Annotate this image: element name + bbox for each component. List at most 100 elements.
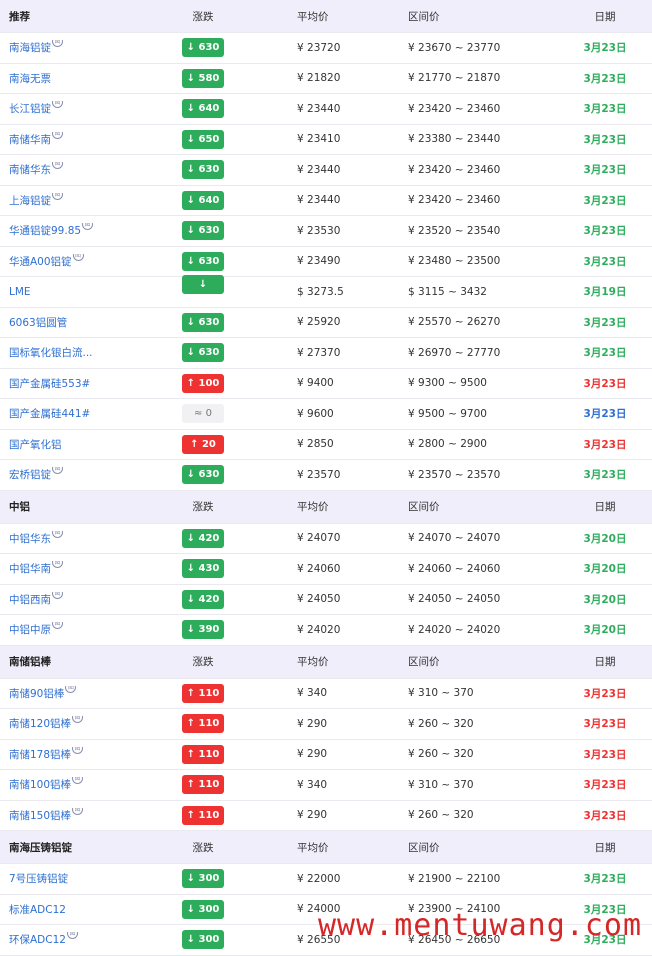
product-cell: 中铝西南图 <box>0 591 168 607</box>
product-name-link[interactable]: 国产金属硅553# <box>9 378 90 390</box>
table-row[interactable]: 国标氧化银白流... ↓ 630 ¥ 27370 ¥ 26970 ~ 27770 3月2… <box>0 338 652 369</box>
chart-tag-icon[interactable]: 图 <box>65 685 77 693</box>
change-badge: ↓ 640 <box>182 99 224 119</box>
avg-price: ¥ 340 <box>297 687 328 700</box>
product-name-link[interactable]: 华通铝锭99.85 <box>9 225 81 237</box>
date-cell: 3月20日 <box>568 622 652 637</box>
change-cell: ↓ 390 <box>168 620 238 640</box>
table-row[interactable]: 上海铝锭图 ↓ 640 ¥ 23440 ¥ 23420 ~ 23460 3月23日 <box>0 185 652 216</box>
product-name-link[interactable]: 南储100铝棒 <box>9 779 71 791</box>
product-name-link[interactable]: 长江铝锭 <box>9 103 51 115</box>
date-value: 3月23日 <box>583 873 627 886</box>
chart-tag-icon[interactable]: 图 <box>82 223 94 231</box>
table-row[interactable]: 南储90铝棒图 ↑ 110 ¥ 340 ¥ 310 ~ 370 3月23日 <box>0 678 652 709</box>
table-row[interactable]: 6063铝圆管 ↓ 630 ¥ 25920 ¥ 25570 ~ 26270 3月23日 <box>0 307 652 338</box>
date-value: 3月23日 <box>583 809 627 822</box>
date-cell: 3月23日 <box>568 467 652 482</box>
table-row[interactable]: 南储华南图 ↓ 650 ¥ 23410 ¥ 23380 ~ 23440 3月23日 <box>0 124 652 155</box>
change-cell: ↓ 640 <box>168 99 238 119</box>
product-name-link[interactable]: 南储华东 <box>9 164 51 176</box>
product-name-link[interactable]: 中铝西南 <box>9 594 51 606</box>
date-value: 3月23日 <box>583 377 627 390</box>
product-name-link[interactable]: 南海无票 <box>9 73 51 85</box>
product-name-link[interactable]: 环保ADC12 <box>9 934 66 946</box>
table-row[interactable]: 南储华东图 ↓ 630 ¥ 23440 ¥ 23420 ~ 23460 3月23日 <box>0 155 652 186</box>
table-row[interactable]: 国产金属硅441# ≈ 0 ¥ 9600 ¥ 9500 ~ 9700 3月23日 <box>0 399 652 430</box>
product-name-link[interactable]: LME <box>9 286 31 298</box>
chart-tag-icon[interactable]: 图 <box>52 101 63 109</box>
chart-tag-icon[interactable]: 图 <box>52 40 63 48</box>
chart-tag-icon[interactable]: 图 <box>52 561 63 569</box>
date-value: 3月20日 <box>583 624 627 637</box>
chart-tag-icon[interactable]: 图 <box>52 622 63 630</box>
product-name-link[interactable]: 南储90铝棒 <box>9 688 64 700</box>
chart-tag-icon[interactable]: 图 <box>72 253 84 261</box>
product-name-link[interactable]: 国标氧化银白流... <box>9 347 93 359</box>
chart-tag-icon[interactable]: 图 <box>72 746 84 754</box>
product-cell: 南储150铝棒图 <box>0 807 168 823</box>
product-name-link[interactable]: 国产金属硅441# <box>9 408 90 420</box>
product-name-link[interactable]: 标准ADC12 <box>9 904 66 916</box>
table-row[interactable]: 中铝西南图 ↓ 420 ¥ 24050 ¥ 24050 ~ 24050 3月20日 <box>0 584 652 615</box>
table-row[interactable]: 南海无票 ↓ 580 ¥ 21820 ¥ 21770 ~ 21870 3月23日 <box>0 63 652 94</box>
product-name-link[interactable]: 南储178铝棒 <box>9 749 71 761</box>
chart-tag-icon[interactable]: 图 <box>66 932 78 940</box>
range-price: ¥ 24050 ~ 24050 <box>408 593 501 606</box>
chart-tag-icon[interactable]: 图 <box>52 591 63 599</box>
table-row[interactable]: 长江铝锭图 ↓ 640 ¥ 23440 ¥ 23420 ~ 23460 3月23日 <box>0 94 652 125</box>
table-row[interactable]: 中铝华东图 ↓ 420 ¥ 24070 ¥ 24070 ~ 24070 3月20日 <box>0 523 652 554</box>
product-cell: 6063铝圆管 <box>0 315 168 330</box>
date-cell: 3月23日 <box>568 376 652 391</box>
avg-price: ¥ 290 <box>297 717 328 730</box>
product-name-link[interactable]: 南海铝锭 <box>9 42 51 54</box>
table-row[interactable]: 中铝华南图 ↓ 430 ¥ 24060 ¥ 24060 ~ 24060 3月20日 <box>0 554 652 585</box>
product-name-link[interactable]: 国产氧化铝 <box>9 439 62 451</box>
section-header: 南储铝棒 涨跌 平均价 区间价 日期 <box>0 645 652 679</box>
product-name-link[interactable]: 中铝华东 <box>9 533 51 545</box>
product-name-link[interactable]: 中铝华南 <box>9 563 51 575</box>
product-name-link[interactable]: 7号压铸铝锭 <box>9 873 68 885</box>
table-row[interactable]: 南储150铝棒图 ↑ 110 ¥ 290 ¥ 260 ~ 320 3月23日 <box>0 800 652 831</box>
table-row[interactable]: 宏桥铝锭图 ↓ 630 ¥ 23570 ¥ 23570 ~ 23570 3月23日 <box>0 460 652 491</box>
chart-tag-icon[interactable]: 图 <box>52 162 63 170</box>
product-cell: 南储178铝棒图 <box>0 746 168 762</box>
product-name-link[interactable]: 华通A00铝锭 <box>9 256 72 268</box>
table-row[interactable]: 南储120铝棒图 ↑ 110 ¥ 290 ¥ 260 ~ 320 3月23日 <box>0 709 652 740</box>
product-name-link[interactable]: 南储120铝棒 <box>9 718 71 730</box>
table-row[interactable]: 7号压铸铝锭 ↓ 300 ¥ 22000 ¥ 21900 ~ 22100 3月23日 <box>0 864 652 895</box>
chart-tag-icon[interactable]: 图 <box>72 777 84 785</box>
date-value: 3月23日 <box>583 164 627 177</box>
chart-tag-icon[interactable]: 图 <box>52 131 63 139</box>
date-cell: 3月19日 <box>568 284 652 299</box>
change-badge: ↓ 390 <box>182 620 224 640</box>
product-name-link[interactable]: 南储华南 <box>9 134 51 146</box>
table-row[interactable]: 华通铝锭99.85图 ↓ 630 ¥ 23530 ¥ 23520 ~ 23540 3月2… <box>0 216 652 247</box>
change-cell: ↓ 430 <box>168 559 238 579</box>
table-row[interactable]: LME ↓ 104.5 $ 3273.5 $ 3115 ~ 3432 3月19日 <box>0 274 652 309</box>
product-name-link[interactable]: 中铝中原 <box>9 624 51 636</box>
table-row[interactable]: 南储178铝棒图 ↑ 110 ¥ 290 ¥ 260 ~ 320 3月23日 <box>0 739 652 770</box>
product-cell: 南储华南图 <box>0 131 168 147</box>
product-name-link[interactable]: 宏桥铝锭 <box>9 469 51 481</box>
avg-price: ¥ 24070 <box>297 532 341 545</box>
section-header: 中铝 涨跌 平均价 区间价 日期 <box>0 490 652 524</box>
change-cell: ↓ 420 <box>168 589 238 609</box>
table-row[interactable]: 中铝中原图 ↓ 390 ¥ 24020 ¥ 24020 ~ 24020 3月20日 <box>0 615 652 646</box>
table-row[interactable]: 国产金属硅553# ↑ 100 ¥ 9400 ¥ 9300 ~ 9500 3月23日 <box>0 368 652 399</box>
avg-price: ¥ 23570 <box>297 468 341 481</box>
table-row[interactable]: 国产氧化铝 ↑ 20 ¥ 2850 ¥ 2800 ~ 2900 3月23日 <box>0 429 652 460</box>
chart-tag-icon[interactable]: 图 <box>72 716 84 724</box>
product-name-link[interactable]: 南储150铝棒 <box>9 810 71 822</box>
chart-tag-icon[interactable]: 图 <box>52 530 63 538</box>
table-row[interactable]: 南海铝锭图 ↓ 630 ¥ 23720 ¥ 23670 ~ 23770 3月23日 <box>0 33 652 64</box>
column-header-range-price: 区间价 <box>408 10 440 23</box>
chart-tag-icon[interactable]: 图 <box>52 467 63 475</box>
table-row[interactable]: 南储100铝棒图 ↑ 110 ¥ 340 ¥ 310 ~ 370 3月23日 <box>0 770 652 801</box>
product-name-link[interactable]: 6063铝圆管 <box>9 317 67 329</box>
chart-tag-icon[interactable]: 图 <box>52 192 63 200</box>
product-cell: 南海铝锭图 <box>0 40 168 55</box>
product-name-link[interactable]: 上海铝锭 <box>9 195 51 207</box>
chart-tag-icon[interactable]: 图 <box>72 807 84 815</box>
table-row[interactable]: 华通A00铝锭图 ↓ 630 ¥ 23490 ¥ 23480 ~ 23500 3月23日 <box>0 246 652 277</box>
column-header-avg-price: 平均价 <box>297 501 329 513</box>
